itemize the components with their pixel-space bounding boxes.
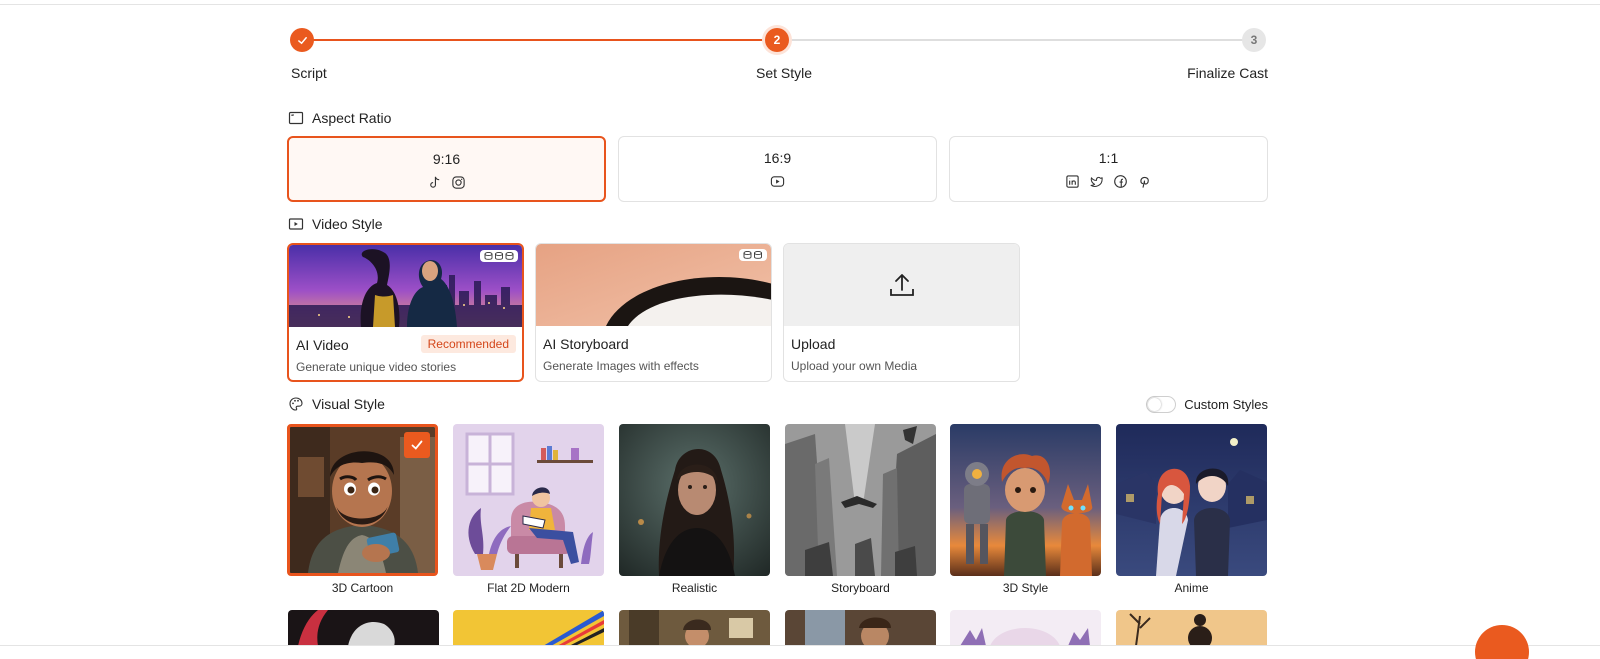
video-style-title: Upload <box>791 336 836 352</box>
aspect-ratio-value: 1:1 <box>1098 150 1119 166</box>
stepper-track-pending <box>788 39 1254 41</box>
visual-style-label: Realistic <box>671 581 718 595</box>
chat-support-button[interactable] <box>1475 625 1529 659</box>
video-style-heading: Video Style <box>288 216 383 232</box>
top-divider <box>0 4 1600 5</box>
ai-video-thumbnail <box>289 245 522 327</box>
bottom-divider <box>0 645 1600 646</box>
visual-style-card-row2-6[interactable] <box>1116 610 1267 646</box>
visual-style-realistic[interactable] <box>619 424 770 576</box>
upload-icon <box>889 274 914 296</box>
twitter-icon <box>1089 174 1104 189</box>
custom-styles-toggle[interactable] <box>1146 396 1177 413</box>
visual-style-label: 3D Cartoon <box>331 581 394 595</box>
visual-style-storyboard[interactable] <box>785 424 936 576</box>
credit-cost-icon <box>739 249 767 261</box>
pinterest-icon <box>1137 174 1152 189</box>
visual-style-card-row2-2[interactable] <box>453 610 604 646</box>
video-style-upload[interactable]: Upload Upload your own Media <box>783 243 1020 382</box>
ai-storyboard-thumbnail <box>536 244 771 326</box>
tiktok-icon <box>427 175 442 190</box>
step-1-check-icon[interactable] <box>290 28 314 52</box>
aspect-ratio-value: 9:16 <box>432 151 461 167</box>
video-style-subtitle: Generate unique video stories <box>296 360 457 374</box>
visual-style-card-row2-1[interactable] <box>288 610 439 646</box>
aspect-ratio-title: Aspect Ratio <box>312 110 392 126</box>
visual-style-heading: Visual Style <box>288 396 385 412</box>
visual-style-card-row2-4[interactable] <box>785 610 936 646</box>
selected-check-icon <box>404 432 430 458</box>
facebook-icon <box>1113 174 1128 189</box>
visual-style-flat-2d-modern[interactable] <box>453 424 604 576</box>
step-2-number[interactable]: 2 <box>765 28 789 52</box>
custom-styles-label: Custom Styles <box>1184 397 1268 412</box>
video-style-ai-storyboard[interactable]: AI Storyboard Generate Images with effec… <box>535 243 772 382</box>
visual-style-3d-cartoon[interactable] <box>287 424 438 576</box>
aspect-ratio-value: 16:9 <box>763 150 792 166</box>
custom-styles-control: Custom Styles <box>1146 396 1268 413</box>
video-style-subtitle: Generate Images with effects <box>543 359 699 373</box>
upload-thumbnail <box>784 244 1019 326</box>
step-2-label: Set Style <box>756 65 813 81</box>
recommended-badge: Recommended <box>420 335 516 353</box>
visual-style-card-row2-3[interactable] <box>619 610 770 646</box>
visual-style-label: Flat 2D Modern <box>487 581 570 595</box>
aspect-ratio-heading: Aspect Ratio <box>288 110 391 126</box>
stepper-track-completed <box>302 39 778 41</box>
video-style-icon <box>288 218 304 230</box>
progress-stepper: 2 3 Script Set Style Finalize Cast <box>288 28 1268 88</box>
step-3-label: Finalize Cast <box>1187 65 1268 81</box>
linkedin-icon <box>1065 174 1080 189</box>
visual-style-3d-style[interactable] <box>950 424 1101 576</box>
instagram-icon <box>451 175 466 190</box>
aspect-option-9-16[interactable]: 9:16 <box>287 136 606 202</box>
step-1-label: Script <box>291 65 327 81</box>
visual-style-label: 3D Style <box>1002 581 1049 595</box>
aspect-option-1-1[interactable]: 1:1 <box>949 136 1268 202</box>
visual-style-card-row2-5[interactable] <box>950 610 1101 646</box>
step-3-number[interactable]: 3 <box>1242 28 1266 52</box>
video-style-title: AI Video <box>296 337 349 353</box>
video-style-ai-video[interactable]: AI Video Recommended Generate unique vid… <box>287 243 524 382</box>
aspect-option-16-9[interactable]: 16:9 <box>618 136 937 202</box>
video-style-subtitle: Upload your own Media <box>791 359 918 373</box>
video-style-title: Video Style <box>312 216 383 232</box>
aspect-ratio-icon <box>288 111 304 125</box>
visual-style-title: Visual Style <box>312 396 385 412</box>
visual-style-label: Storyboard <box>831 581 890 595</box>
visual-style-anime[interactable] <box>1116 424 1267 576</box>
credit-cost-icon <box>480 250 518 262</box>
visual-style-label: Anime <box>1174 581 1209 595</box>
palette-icon <box>289 397 303 411</box>
video-style-title: AI Storyboard <box>543 336 629 352</box>
youtube-icon <box>770 174 785 189</box>
